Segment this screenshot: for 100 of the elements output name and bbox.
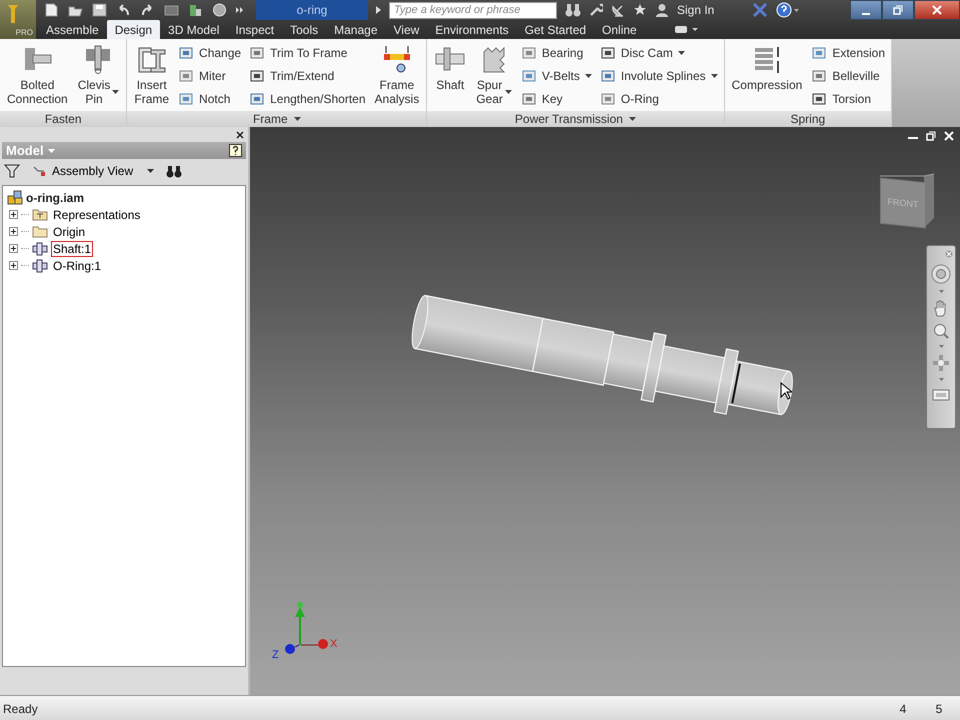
- assembly-icon: [7, 190, 23, 205]
- wrench-icon[interactable]: [589, 3, 603, 17]
- ribbon-button[interactable]: Miter: [176, 65, 244, 87]
- ribbon-button[interactable]: Spur Gear: [473, 42, 515, 111]
- part-icon: [32, 258, 48, 272]
- close-button[interactable]: [914, 0, 960, 20]
- ribbon-tab[interactable]: Environments: [427, 20, 517, 39]
- search-field[interactable]: Type a keyword or phrase: [389, 2, 557, 18]
- tree-item[interactable]: Shaft:1: [51, 240, 94, 256]
- ribbon-button[interactable]: Clevis Pin: [74, 42, 122, 111]
- tool-icon: [811, 91, 828, 107]
- panel-title: Frame: [252, 112, 288, 126]
- expand-icon[interactable]: [9, 227, 18, 236]
- document-title: o-ring: [256, 0, 368, 20]
- x-logo-icon[interactable]: [752, 3, 768, 17]
- satellite-dish-icon[interactable]: [611, 3, 625, 17]
- tool-icon: [249, 68, 266, 84]
- sign-in-button[interactable]: Sign In: [677, 0, 744, 20]
- tool-icon: [178, 45, 194, 61]
- ribbon-button[interactable]: O-Ring: [598, 88, 720, 110]
- ribbon-button[interactable]: Extension: [809, 42, 888, 64]
- ribbon-tab[interactable]: Assemble: [38, 20, 107, 39]
- ribbon-tab[interactable]: Inspect: [227, 20, 282, 39]
- help-icon[interactable]: [776, 2, 800, 18]
- caret-icon[interactable]: [938, 345, 944, 348]
- ribbon-button[interactable]: Involute Splines: [598, 65, 720, 87]
- y-axis-arrow: [295, 602, 305, 645]
- ribbon-button[interactable]: Disc Cam: [598, 42, 720, 64]
- minimize-button[interactable]: [850, 0, 882, 20]
- cursor-icon: [780, 382, 792, 400]
- ribbon-button[interactable]: Trim/Extend: [247, 65, 368, 87]
- zoom-icon[interactable]: [933, 323, 949, 339]
- ribbon-button[interactable]: Torsion: [809, 88, 888, 110]
- ribbon-button[interactable]: Bolted Connection: [4, 42, 71, 111]
- panel-toggle-icon[interactable]: [674, 25, 699, 35]
- view-dropdown[interactable]: Assembly View: [28, 162, 158, 180]
- tool-icon: [600, 91, 616, 107]
- tool-icon: [520, 91, 537, 107]
- restore-button[interactable]: [882, 0, 914, 20]
- expand-icon[interactable]: [9, 244, 18, 253]
- caret-icon: [376, 6, 381, 14]
- ribbon-button[interactable]: Lengthen/Shorten: [247, 88, 368, 110]
- tool-icon: [600, 68, 616, 84]
- ribbon-button[interactable]: Bearing: [518, 42, 594, 64]
- binoculars-icon[interactable]: [166, 164, 182, 178]
- ribbon-button[interactable]: Belleville: [809, 65, 888, 87]
- caret-icon[interactable]: [938, 290, 944, 293]
- filter-icon[interactable]: [4, 164, 20, 178]
- ribbon-tab[interactable]: Tools: [282, 20, 326, 39]
- user-icon: [655, 3, 669, 17]
- ribbon-tab[interactable]: Online: [594, 20, 645, 39]
- ribbon-button[interactable]: Frame Analysis: [372, 42, 422, 111]
- save-icon[interactable]: [92, 3, 107, 17]
- ribbon-button[interactable]: V-Belts: [518, 65, 594, 87]
- tool-icon: [178, 91, 194, 107]
- expand-icon[interactable]: [9, 210, 18, 219]
- star-icon[interactable]: [633, 3, 647, 17]
- application-button[interactable]: PRO: [0, 0, 36, 39]
- ribbon-button[interactable]: Insert Frame: [131, 42, 172, 111]
- ribbon-tab[interactable]: Get Started: [516, 20, 594, 39]
- tree-item[interactable]: Representations: [51, 206, 142, 222]
- expand-icon[interactable]: [9, 261, 18, 270]
- caret-icon[interactable]: [938, 378, 944, 381]
- ribbon-button[interactable]: Shaft: [431, 42, 470, 111]
- minimize-icon: [862, 13, 870, 15]
- new-file-icon[interactable]: [44, 3, 59, 17]
- panel-title: Spring: [790, 112, 826, 126]
- ribbon-tab[interactable]: Manage: [326, 20, 386, 39]
- ribbon-button[interactable]: Notch: [176, 88, 244, 110]
- ribbon-tab[interactable]: Design: [106, 20, 160, 39]
- restore-icon[interactable]: [926, 131, 936, 141]
- caret-icon: [147, 169, 154, 173]
- caret-icon[interactable]: [48, 148, 55, 152]
- panel-title: Power Transmission: [514, 112, 623, 126]
- ribbon-tab[interactable]: View: [386, 20, 428, 39]
- tree-item[interactable]: o-ring.iam: [26, 190, 84, 204]
- axis-label: Z: [272, 649, 279, 661]
- part-icon[interactable]: [188, 3, 203, 17]
- tool-icon: [178, 68, 194, 84]
- ribbon-button[interactable]: Key: [518, 88, 594, 110]
- restore-icon: [893, 5, 903, 15]
- ribbon-button[interactable]: Trim To Frame: [247, 42, 368, 64]
- folder-icon: [32, 225, 48, 238]
- look-at-icon[interactable]: [932, 387, 950, 401]
- z-axis-arrow: [285, 644, 300, 654]
- more-icon[interactable]: [236, 6, 244, 14]
- status-message: Ready: [3, 702, 38, 716]
- ribbon-button[interactable]: Change: [176, 42, 244, 64]
- steering-wheel-icon[interactable]: [931, 264, 951, 284]
- ribbon-button[interactable]: Compression: [728, 42, 806, 111]
- help-icon[interactable]: [229, 144, 242, 157]
- tree-item[interactable]: O-Ring:1: [51, 258, 104, 274]
- tree-item[interactable]: Origin: [51, 224, 88, 240]
- image-icon[interactable]: [164, 3, 179, 17]
- close-icon[interactable]: [236, 130, 244, 138]
- tool-icon: [520, 45, 537, 61]
- tool-icon: [811, 68, 828, 84]
- status-field: 5: [921, 702, 957, 716]
- ribbon-tab[interactable]: 3D Model: [160, 20, 228, 39]
- binoculars-icon[interactable]: [565, 3, 581, 17]
